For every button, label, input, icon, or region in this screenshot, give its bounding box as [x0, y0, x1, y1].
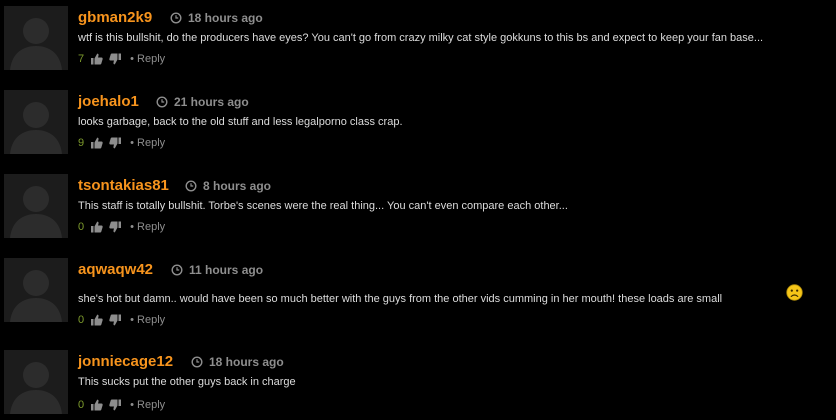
timestamp-text: 8 hours ago [203, 179, 272, 193]
comment-author[interactable]: tsontakias81 [78, 177, 169, 195]
thumbs-up-icon[interactable] [90, 399, 103, 411]
comment-author[interactable]: joehalo1 [78, 93, 139, 111]
clock-icon [185, 180, 197, 192]
comment-timestamp: 21 hours ago [156, 94, 249, 110]
comment-item: jonniecage12 18 hours ago This sucks put… [0, 344, 836, 420]
thumbs-up-icon[interactable] [90, 314, 103, 326]
comment-actions: 0 • Reply [78, 398, 165, 412]
thumbs-up-icon[interactable] [90, 221, 103, 233]
thumbs-down-icon[interactable] [109, 221, 122, 233]
user-avatar[interactable] [4, 350, 68, 414]
comment-timestamp: 11 hours ago [171, 262, 263, 278]
reply-link[interactable]: • Reply [130, 53, 165, 65]
user-avatar[interactable] [4, 6, 68, 70]
default-avatar-silhouette-icon [4, 174, 68, 238]
comment-timestamp: 8 hours ago [185, 178, 271, 194]
reply-link[interactable]: • Reply [130, 399, 165, 411]
thumbs-down-icon[interactable] [109, 399, 122, 411]
vote-count: 0 [78, 399, 85, 411]
comment-item: gbman2k9 18 hours ago wtf is this bullsh… [0, 0, 836, 84]
comment-text: This sucks put the other guys back in ch… [78, 376, 296, 388]
default-avatar-silhouette-icon [4, 350, 68, 414]
comment-text: she's hot but damn.. would have been so … [78, 293, 723, 305]
clock-icon [156, 96, 168, 108]
reply-link[interactable]: • Reply [130, 137, 165, 149]
timestamp-text: 18 hours ago [209, 355, 284, 369]
comment-timestamp: 18 hours ago [170, 10, 263, 26]
thumbs-down-icon[interactable] [109, 137, 122, 149]
thumbs-up-icon[interactable] [90, 53, 103, 65]
comment-text: wtf is this bullshit, do the producers h… [78, 32, 764, 44]
comment-text: looks garbage, back to the old stuff and… [78, 116, 403, 128]
user-avatar[interactable] [4, 90, 68, 154]
timestamp-text: 18 hours ago [188, 11, 263, 25]
thumbs-up-icon[interactable] [90, 137, 103, 149]
comment-item: aqwaqw42 11 hours ago she's hot but damn… [0, 252, 836, 336]
vote-count: 9 [78, 137, 85, 149]
reply-link[interactable]: • Reply [130, 314, 165, 326]
timestamp-text: 11 hours ago [189, 263, 264, 277]
user-avatar[interactable] [4, 258, 68, 322]
clock-icon [171, 264, 183, 276]
comment-author[interactable]: aqwaqw42 [78, 261, 153, 279]
comment-actions: 0 • Reply [78, 313, 165, 327]
comment-author[interactable]: jonniecage12 [78, 353, 173, 371]
vote-count: 7 [78, 53, 85, 65]
vote-count: 0 [78, 314, 85, 326]
timestamp-text: 21 hours ago [174, 95, 249, 109]
reply-link[interactable]: • Reply [130, 221, 165, 233]
comment-item: tsontakias81 8 hours ago This staff is t… [0, 168, 836, 252]
thumbs-down-icon[interactable] [109, 314, 122, 326]
default-avatar-silhouette-icon [4, 258, 68, 322]
sad-face-icon [786, 284, 803, 301]
comments-list: gbman2k9 18 hours ago wtf is this bullsh… [0, 0, 836, 420]
thumbs-down-icon[interactable] [109, 53, 122, 65]
clock-icon [191, 356, 203, 368]
default-avatar-silhouette-icon [4, 6, 68, 70]
comment-actions: 9 • Reply [78, 136, 165, 150]
comment-actions: 7 • Reply [78, 52, 165, 66]
vote-count: 0 [78, 221, 85, 233]
comment-actions: 0 • Reply [78, 220, 165, 234]
comment-timestamp: 18 hours ago [191, 354, 284, 370]
default-avatar-silhouette-icon [4, 90, 68, 154]
comment-text: This staff is totally bullshit. Torbe's … [78, 200, 568, 212]
comment-item: joehalo1 21 hours ago looks garbage, bac… [0, 84, 836, 168]
clock-icon [170, 12, 182, 24]
comment-author[interactable]: gbman2k9 [78, 9, 152, 27]
user-avatar[interactable] [4, 174, 68, 238]
